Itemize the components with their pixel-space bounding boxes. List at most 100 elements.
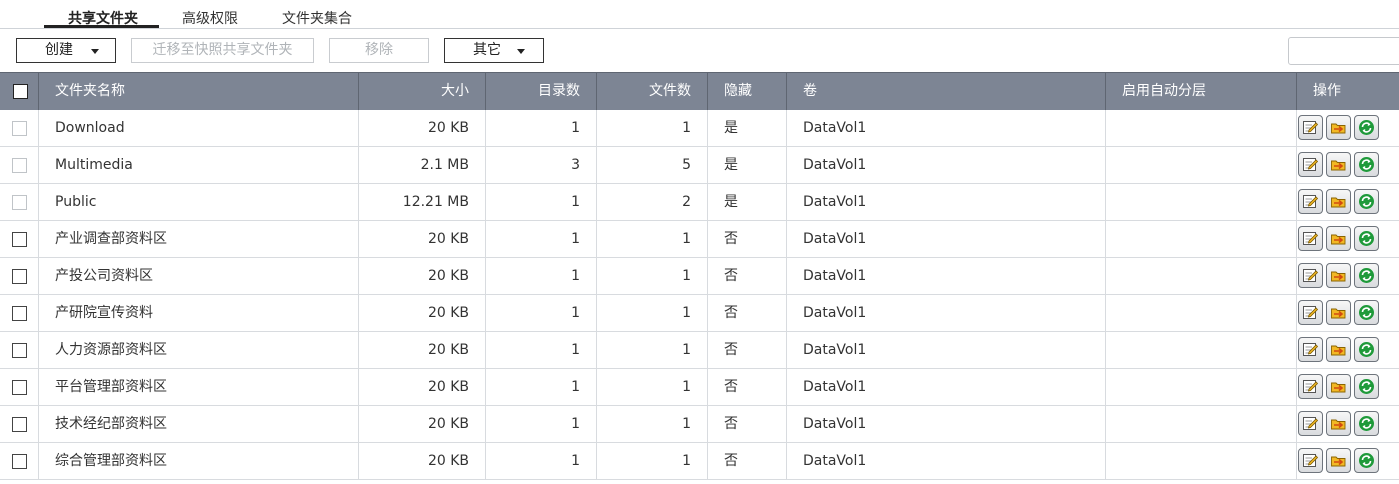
row-checkbox[interactable] — [12, 232, 27, 247]
toolbar: 创建 迁移至快照共享文件夹 移除 其它 — [0, 29, 1399, 72]
other-button[interactable]: 其它 — [444, 38, 544, 63]
edit-permissions-icon[interactable] — [1326, 448, 1351, 473]
edit-properties-icon[interactable] — [1298, 448, 1323, 473]
folder-file-count: 1 — [597, 295, 708, 331]
folder-volume: DataVol1 — [787, 332, 1106, 368]
table-row[interactable]: Public 12.21 MB 1 2 是 DataVol1 — [0, 184, 1399, 221]
folder-size: 20 KB — [359, 443, 486, 479]
edit-permissions-icon[interactable] — [1326, 411, 1351, 436]
column-header-dir-count[interactable]: 目录数 — [486, 73, 597, 110]
folder-volume: DataVol1 — [787, 369, 1106, 405]
refresh-icon[interactable] — [1354, 411, 1379, 436]
folder-hidden: 否 — [708, 221, 787, 257]
folder-hidden: 是 — [708, 110, 787, 146]
column-header-file-count[interactable]: 文件数 — [597, 73, 708, 110]
folder-auto-tiering — [1106, 332, 1297, 368]
row-select-cell — [0, 184, 39, 220]
folder-auto-tiering — [1106, 184, 1297, 220]
refresh-icon[interactable] — [1354, 115, 1379, 140]
edit-properties-icon[interactable] — [1298, 263, 1323, 288]
column-header-hidden[interactable]: 隐藏 — [708, 73, 787, 110]
column-header-volume[interactable]: 卷 — [787, 73, 1106, 110]
row-checkbox[interactable] — [12, 417, 27, 432]
row-select-cell — [0, 221, 39, 257]
table-row[interactable]: 综合管理部资料区 20 KB 1 1 否 DataVol1 — [0, 443, 1399, 480]
refresh-icon[interactable] — [1354, 152, 1379, 177]
create-button[interactable]: 创建 — [16, 38, 116, 63]
table-row[interactable]: 产业调查部资料区 20 KB 1 1 否 DataVol1 — [0, 221, 1399, 258]
row-checkbox[interactable] — [12, 380, 27, 395]
folder-volume: DataVol1 — [787, 295, 1106, 331]
refresh-icon[interactable] — [1354, 226, 1379, 251]
folder-name: 产业调查部资料区 — [39, 221, 359, 257]
edit-properties-icon[interactable] — [1298, 411, 1323, 436]
edit-permissions-icon[interactable] — [1326, 337, 1351, 362]
edit-permissions-icon[interactable] — [1326, 374, 1351, 399]
edit-permissions-icon[interactable] — [1326, 226, 1351, 251]
table-row[interactable]: Multimedia 2.1 MB 3 5 是 DataVol1 — [0, 147, 1399, 184]
edit-permissions-icon[interactable] — [1326, 300, 1351, 325]
edit-permissions-icon[interactable] — [1326, 152, 1351, 177]
folder-auto-tiering — [1106, 406, 1297, 442]
migrate-to-snapshot-button[interactable]: 迁移至快照共享文件夹 — [131, 38, 314, 63]
table-row[interactable]: 人力资源部资料区 20 KB 1 1 否 DataVol1 — [0, 332, 1399, 369]
table-row[interactable]: 产投公司资料区 20 KB 1 1 否 DataVol1 — [0, 258, 1399, 295]
row-checkbox[interactable] — [12, 195, 27, 210]
refresh-icon[interactable] — [1354, 374, 1379, 399]
edit-permissions-icon[interactable] — [1326, 263, 1351, 288]
row-checkbox[interactable] — [12, 306, 27, 321]
refresh-icon[interactable] — [1354, 337, 1379, 362]
select-all-checkbox[interactable] — [13, 84, 28, 99]
edit-properties-icon[interactable] — [1298, 152, 1323, 177]
folder-size: 20 KB — [359, 406, 486, 442]
folder-file-count: 1 — [597, 443, 708, 479]
row-actions — [1298, 374, 1379, 400]
tab-folder-aggregation[interactable]: 文件夹集合 — [282, 8, 352, 28]
edit-properties-icon[interactable] — [1298, 115, 1323, 140]
row-actions — [1298, 152, 1379, 178]
refresh-icon[interactable] — [1354, 300, 1379, 325]
row-checkbox[interactable] — [12, 158, 27, 173]
row-checkbox[interactable] — [12, 269, 27, 284]
column-header-folder-name[interactable]: 文件夹名称 — [39, 73, 359, 110]
create-button-label: 创建 — [45, 42, 73, 58]
folder-hidden: 是 — [708, 184, 787, 220]
refresh-icon[interactable] — [1354, 189, 1379, 214]
folder-size: 20 KB — [359, 369, 486, 405]
table-row[interactable]: 产研院宣传资料 20 KB 1 1 否 DataVol1 — [0, 295, 1399, 332]
folder-volume: DataVol1 — [787, 406, 1106, 442]
edit-properties-icon[interactable] — [1298, 189, 1323, 214]
search-input[interactable] — [1288, 37, 1399, 65]
remove-button[interactable]: 移除 — [329, 38, 429, 63]
row-checkbox[interactable] — [12, 454, 27, 469]
table-row[interactable]: 技术经纪部资料区 20 KB 1 1 否 DataVol1 — [0, 406, 1399, 443]
column-header-actions: 操作 — [1313, 83, 1341, 99]
edit-properties-icon[interactable] — [1298, 300, 1323, 325]
header-select-cell — [0, 73, 39, 110]
tab-advanced-permissions[interactable]: 高级权限 — [182, 8, 238, 28]
folder-dir-count: 1 — [486, 406, 597, 442]
row-select-cell — [0, 332, 39, 368]
edit-properties-icon[interactable] — [1298, 226, 1323, 251]
folder-name: 技术经纪部资料区 — [39, 406, 359, 442]
row-actions — [1298, 263, 1379, 289]
folder-size: 2.1 MB — [359, 147, 486, 183]
folder-auto-tiering — [1106, 443, 1297, 479]
chevron-down-icon — [517, 49, 525, 54]
folder-name: 人力资源部资料区 — [39, 332, 359, 368]
table-row[interactable]: 平台管理部资料区 20 KB 1 1 否 DataVol1 — [0, 369, 1399, 406]
refresh-icon[interactable] — [1354, 263, 1379, 288]
column-header-size[interactable]: 大小 — [359, 73, 486, 110]
row-checkbox[interactable] — [12, 121, 27, 136]
edit-permissions-icon[interactable] — [1326, 115, 1351, 140]
row-checkbox[interactable] — [12, 343, 27, 358]
refresh-icon[interactable] — [1354, 448, 1379, 473]
column-header-auto-tiering[interactable]: 启用自动分层 — [1106, 73, 1297, 110]
folder-dir-count: 1 — [486, 443, 597, 479]
folder-name: 综合管理部资料区 — [39, 443, 359, 479]
edit-properties-icon[interactable] — [1298, 337, 1323, 362]
edit-properties-icon[interactable] — [1298, 374, 1323, 399]
row-select-cell — [0, 258, 39, 294]
edit-permissions-icon[interactable] — [1326, 189, 1351, 214]
table-row[interactable]: Download 20 KB 1 1 是 DataVol1 — [0, 110, 1399, 147]
